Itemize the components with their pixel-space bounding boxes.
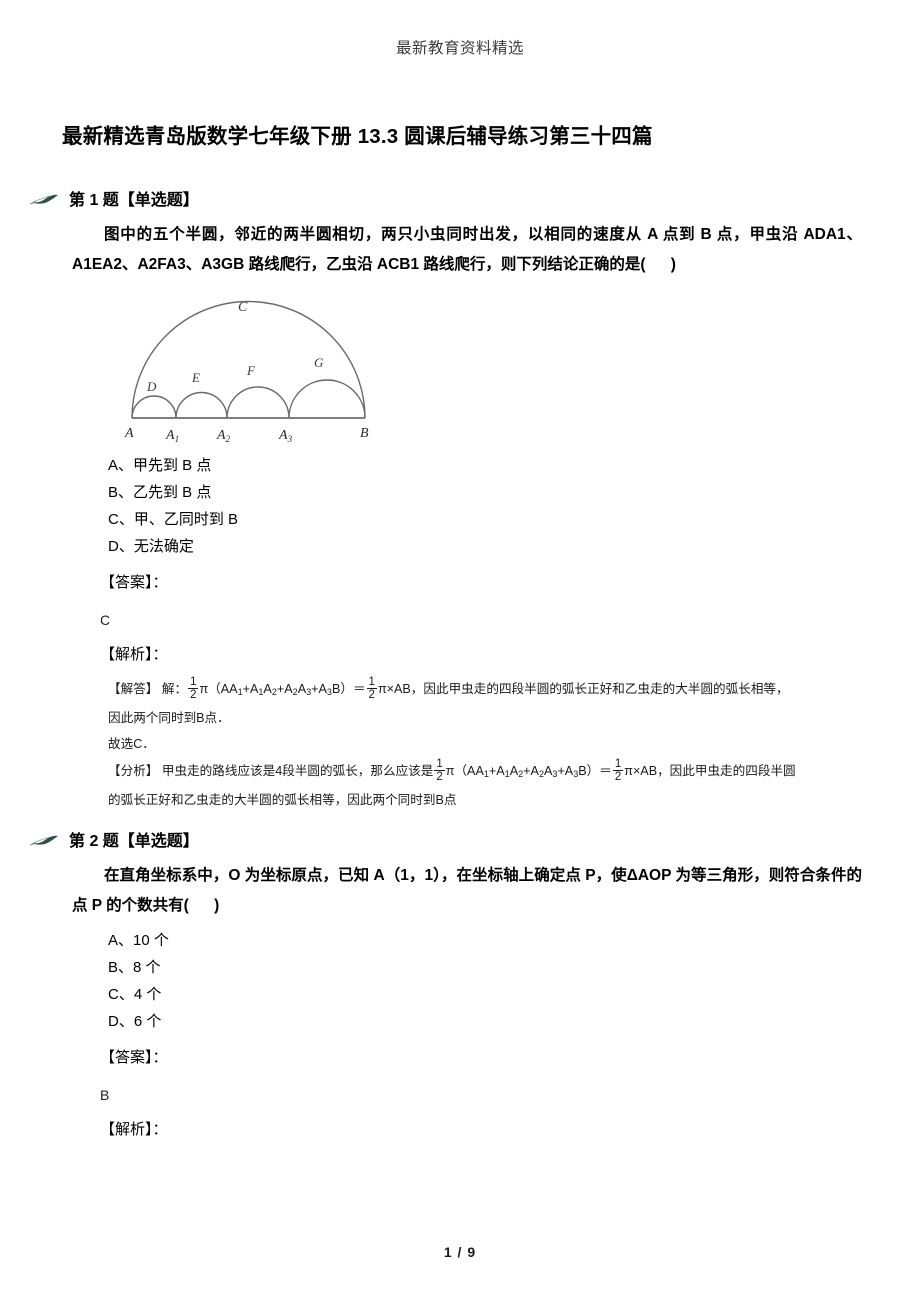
- svg-text:C: C: [238, 300, 248, 315]
- analysis-line-5: 的弧长正好和乙虫走的大半圆的弧长相等，因此两个同时到B点: [108, 793, 457, 808]
- analysis-expr-1g: B）＝: [331, 682, 366, 697]
- question-1-option-b[interactable]: B、乙先到 B 点: [108, 479, 920, 506]
- question-2-option-a[interactable]: A、10 个: [108, 927, 920, 954]
- question-2-body: 在直角坐标系中，O 为坐标原点，已知 A（1，1），在坐标轴上确定点 P，使ΔA…: [72, 861, 862, 921]
- fraction-denominator: 2: [188, 688, 199, 702]
- fraction-numerator: 1: [190, 676, 197, 688]
- analysis-expr-1d: +A: [276, 682, 293, 697]
- analysis-solution-line: 【解答】 解： 1 2 π（AA1+A1A2+A2A3+A3B）＝ 1 2 π×AB，因此甲…: [108, 676, 896, 705]
- analysis-expr-1c: A: [263, 682, 272, 697]
- question-1-figure: C D E F G A A1 A2 A3 B: [0, 296, 920, 446]
- analysis-expr-4b: π（AA: [445, 764, 484, 779]
- question-1-analysis: 【解答】 解： 1 2 π（AA1+A1A2+A2A3+A3B）＝ 1 2 π×AB，因此甲…: [108, 676, 896, 813]
- question-1-answer-label: 【答案】：: [100, 574, 168, 591]
- svg-text:E: E: [191, 370, 200, 385]
- question-1-body-close: ): [670, 256, 676, 273]
- solution-lead: 解：: [161, 682, 188, 697]
- five-semicircles-diagram: C D E F G A A1 A2 A3 B: [124, 300, 369, 444]
- fraction-one-half-4: 12: [612, 758, 624, 784]
- analysis-expr-1f: +A: [311, 682, 327, 697]
- question-1-heading: 第 1 题【单选题】: [30, 186, 920, 210]
- question-2-options: A、10 个 B、8 个 C、4 个 D、6 个: [108, 927, 920, 1035]
- page-footer: 1 / 9: [443, 1244, 477, 1260]
- question-1-option-c[interactable]: C、甲、乙同时到 B: [108, 506, 920, 533]
- analyze-tag: 【分析】: [108, 764, 159, 779]
- fraction-one-half-2: 12: [366, 676, 377, 702]
- analysis-line-2: 因此两个同时到B点．: [108, 711, 230, 726]
- svg-text:A2: A2: [216, 428, 231, 444]
- question-2-answer-value: B: [100, 1087, 110, 1104]
- analysis-expr-4e: +A: [523, 764, 539, 779]
- question-2-answer-label: 【答案】：: [100, 1049, 168, 1067]
- document-page: 最新教育资料精选 最新精选青岛版数学七年级下册 13.3 圆课后辅导练习第三十四…: [0, 0, 920, 1302]
- document-content: 第 1 题【单选题】 图中的五个半圆，邻近的两半圆相切，两只小虫同时出发，以相同…: [0, 186, 920, 1143]
- question-1-heading-text: 第 1 题【单选题】: [69, 192, 199, 209]
- question-2-heading: 第 2 题【单选题】: [30, 827, 920, 851]
- svg-text:F: F: [246, 363, 256, 378]
- analysis-analyze-line: 【分析】 甲虫走的路线应该是4段半圆的弧长，那么应该是 1 2 π（AA1+A1A2+…: [108, 758, 896, 787]
- fraction-numerator-4: 1: [614, 758, 622, 771]
- fraction-denominator-4: 2: [612, 770, 624, 784]
- question-1-blank: [646, 256, 671, 273]
- analysis-expr-4i: π×AB，因此甲虫走的四段半圆: [624, 764, 796, 779]
- question-2-body-close: ): [214, 897, 220, 915]
- svg-text:B: B: [360, 426, 369, 441]
- analysis-expr-4a: 甲虫走的路线应该是4段半圆的弧长，那么应该是: [161, 764, 434, 779]
- svg-text:A3: A3: [278, 428, 293, 444]
- leaf-bullet-icon-2: [30, 832, 60, 847]
- question-1-answer-value: C: [100, 612, 111, 628]
- analysis-expr-4h: B）＝: [578, 764, 612, 779]
- question-2-option-c[interactable]: C、4 个: [108, 981, 920, 1008]
- solution-tag: 【解答】: [108, 682, 159, 697]
- running-head: 最新教育资料精选: [395, 40, 524, 57]
- question-2-option-d[interactable]: D、6 个: [108, 1008, 920, 1035]
- question-2-analysis-label: 【解析】：: [100, 1121, 168, 1139]
- question-1-body-text: 图中的五个半圆，邻近的两半圆相切，两只小虫同时出发，以相同的速度从 A 点到 B…: [72, 226, 862, 273]
- analysis-expr-4d: A: [509, 764, 519, 779]
- analysis-expr-1b: +A: [242, 682, 259, 697]
- question-1-options: A、甲先到 B 点 B、乙先到 B 点 C、甲、乙同时到 B D、无法确定: [108, 452, 920, 560]
- svg-text:A: A: [124, 426, 134, 441]
- svg-text:D: D: [146, 379, 157, 394]
- fraction-denominator-2: 2: [366, 688, 377, 702]
- question-2-blank: [189, 897, 214, 914]
- leaf-bullet-icon: [30, 191, 60, 206]
- fraction-one-half-3: 12: [434, 758, 445, 784]
- svg-text:G: G: [314, 355, 324, 370]
- fraction-numerator-2: 1: [368, 676, 375, 688]
- analysis-expr-1a: π（AA: [199, 682, 238, 697]
- question-1-analysis-label: 【解析】：: [100, 646, 168, 663]
- question-2-heading-text: 第 2 题【单选题】: [69, 833, 199, 851]
- question-1-option-d[interactable]: D、无法确定: [108, 533, 920, 560]
- svg-text:A1: A1: [165, 428, 179, 444]
- analysis-expr-4g: +A: [557, 764, 574, 779]
- question-2-option-b[interactable]: B、8 个: [108, 954, 920, 981]
- fraction-numerator-3: 1: [436, 758, 443, 771]
- analysis-expr-1h: π×AB，因此甲虫走的四段半圆的弧长正好和乙虫走的大半圆的弧长相等，: [377, 682, 789, 697]
- analysis-expr-4c: +A: [488, 764, 505, 779]
- question-1-body: 图中的五个半圆，邻近的两半圆相切，两只小虫同时出发，以相同的速度从 A 点到 B…: [72, 220, 862, 280]
- analysis-line-3: 故选C．: [108, 737, 155, 752]
- fraction-one-half: 12: [188, 676, 199, 702]
- page-title: 最新精选青岛版数学七年级下册 13.3 圆课后辅导练习第三十四篇: [62, 125, 653, 148]
- question-1-option-a[interactable]: A、甲先到 B 点: [108, 452, 920, 479]
- analysis-expr-1e: A: [297, 682, 307, 697]
- fraction-denominator-3: 2: [434, 770, 445, 784]
